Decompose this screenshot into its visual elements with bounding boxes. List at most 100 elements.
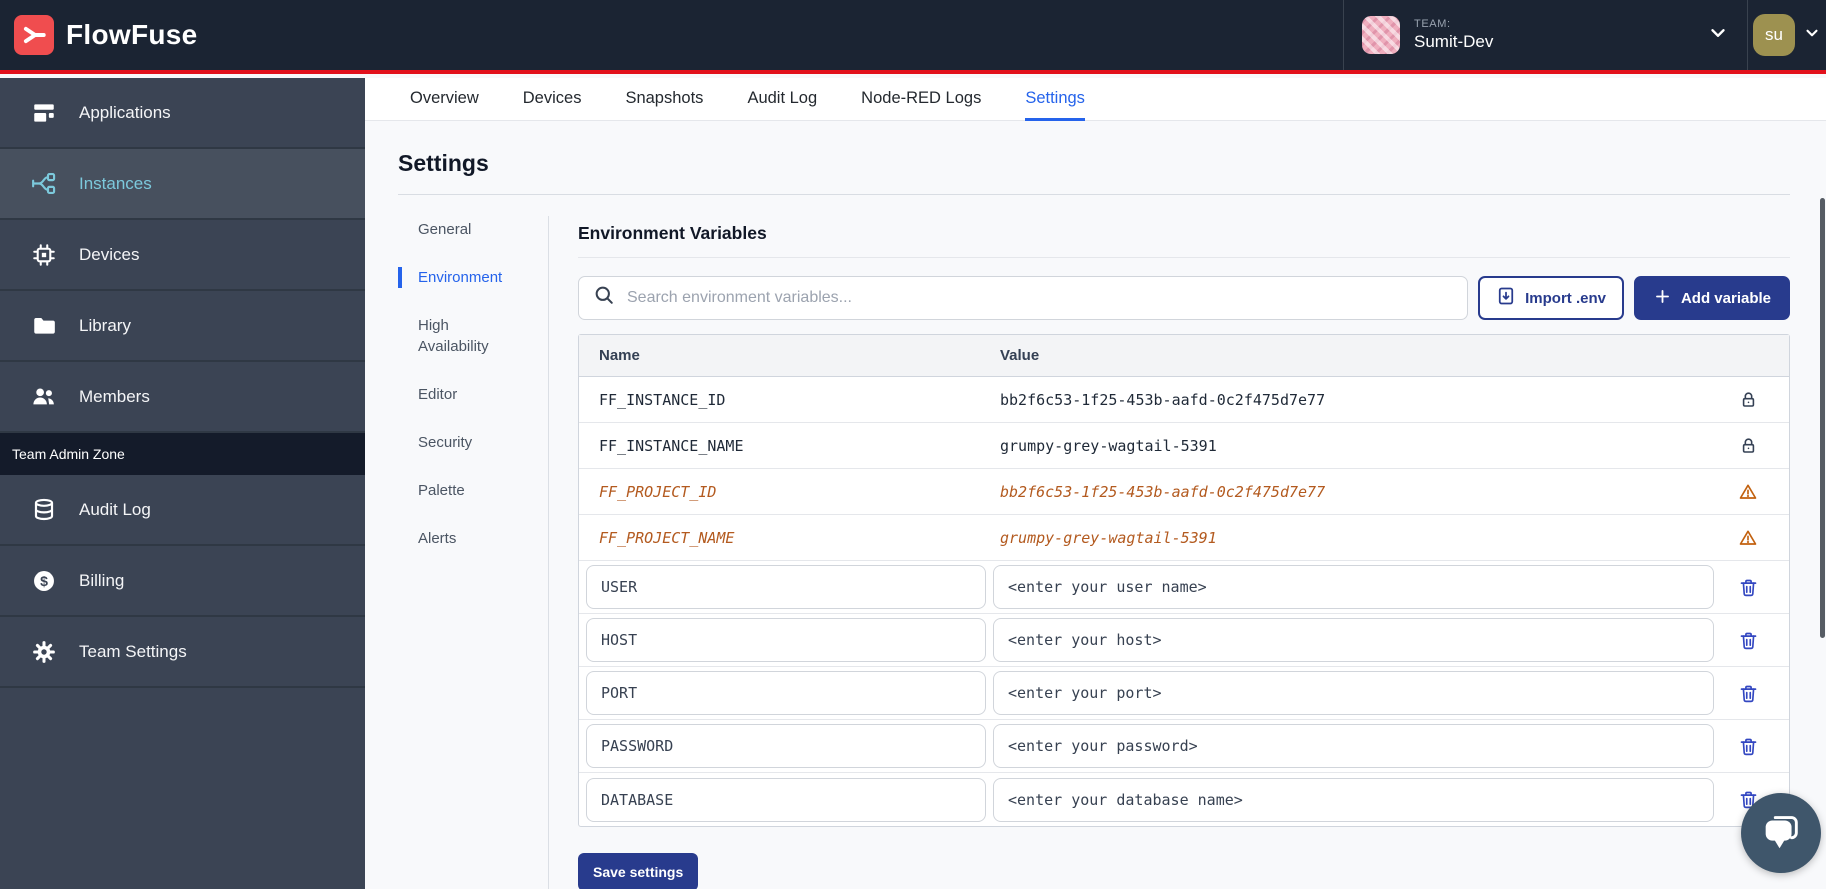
env-row-ff_instance_id: FF_INSTANCE_IDbb2f6c53-1f25-453b-aafd-0c… (579, 377, 1789, 423)
subnav-item-general[interactable]: General (398, 219, 548, 240)
env-row-host (579, 614, 1789, 667)
search-box (578, 276, 1468, 320)
sidebar-item-label: Devices (79, 245, 139, 265)
divider (398, 194, 1790, 195)
page-title: Settings (398, 150, 1790, 177)
plus-icon (1653, 287, 1672, 310)
table-header: Name Value (579, 335, 1789, 377)
chevron-down-icon (1707, 22, 1729, 49)
members-icon (30, 383, 57, 410)
team-selector[interactable]: TEAM: Sumit-Dev (1343, 0, 1747, 70)
trash-icon[interactable] (1714, 683, 1782, 704)
env-name: FF_INSTANCE_NAME (579, 437, 1000, 455)
sidebar-item-team-settings[interactable]: Team Settings (0, 617, 365, 688)
sidebar: Applications Instances Devices Library Membe… (0, 78, 365, 889)
warning-icon (1707, 528, 1789, 548)
env-row-database (579, 773, 1789, 826)
audit-log-icon (30, 496, 57, 523)
sidebar-item-members[interactable]: Members (0, 362, 365, 433)
trash-icon[interactable] (1714, 736, 1782, 757)
team-name: Sumit-Dev (1414, 31, 1493, 52)
env-name: FF_INSTANCE_ID (579, 391, 1000, 409)
sidebar-item-label: Audit Log (79, 500, 151, 520)
sidebar-item-audit-log[interactable]: Audit Log (0, 475, 365, 546)
team-label: TEAM: (1414, 18, 1493, 32)
subnav-item-editor[interactable]: Editor (398, 384, 548, 405)
env-row-password (579, 720, 1789, 773)
brand-name: FlowFuse (66, 19, 198, 51)
app-header: FlowFuse TEAM: Sumit-Dev su (0, 0, 1826, 74)
device-chip-icon (30, 241, 57, 268)
billing-dollar-icon: $ (30, 567, 57, 594)
subnav-item-security[interactable]: Security (398, 432, 548, 453)
section-title: Environment Variables (578, 223, 1790, 244)
applications-icon (30, 99, 57, 126)
env-name-input[interactable] (586, 565, 986, 609)
lock-icon (1707, 390, 1789, 409)
env-value-input[interactable] (993, 565, 1714, 609)
environment-pane: Environment Variables (548, 216, 1790, 889)
user-menu[interactable]: su (1747, 0, 1826, 70)
brand: FlowFuse (0, 15, 198, 55)
sidebar-item-instances[interactable]: Instances (0, 149, 365, 220)
chat-widget-button[interactable] (1741, 793, 1821, 873)
sidebar-item-label: Team Settings (79, 642, 187, 662)
search-icon (593, 284, 616, 312)
tab-overview[interactable]: Overview (410, 78, 479, 121)
env-value: grumpy-grey-wagtail-5391 (1000, 529, 1707, 547)
subnav-item-high-availability[interactable]: High Availability (398, 315, 548, 357)
import-env-button[interactable]: Import .env (1478, 276, 1624, 320)
flowfuse-logo-icon (14, 15, 54, 55)
instance-tabbar: Overview Devices Snapshots Audit Log Node-RE… (365, 78, 1826, 121)
env-name: FF_PROJECT_NAME (579, 529, 1000, 547)
env-name: FF_PROJECT_ID (579, 483, 1000, 501)
sidebar-item-devices[interactable]: Devices (0, 220, 365, 291)
env-row-port (579, 667, 1789, 720)
sidebar-item-library[interactable]: Library (0, 291, 365, 362)
env-value: bb2f6c53-1f25-453b-aafd-0c2f475d7e77 (1000, 483, 1707, 501)
chat-bubble-icon (1758, 808, 1804, 859)
subnav-item-palette[interactable]: Palette (398, 480, 548, 501)
instances-icon (30, 170, 57, 197)
env-row-ff_project_id: FF_PROJECT_IDbb2f6c53-1f25-453b-aafd-0c2… (579, 469, 1789, 515)
env-row-user (579, 561, 1789, 614)
gear-icon (30, 638, 57, 665)
app-window: FlowFuse TEAM: Sumit-Dev su Ap (0, 0, 1826, 889)
sidebar-item-applications[interactable]: Applications (0, 78, 365, 149)
env-name-input[interactable] (586, 671, 986, 715)
chevron-down-icon (1803, 24, 1821, 47)
env-value: bb2f6c53-1f25-453b-aafd-0c2f475d7e77 (1000, 391, 1707, 409)
trash-icon[interactable] (1714, 630, 1782, 651)
env-name-input[interactable] (586, 778, 986, 822)
trash-icon[interactable] (1714, 577, 1782, 598)
tab-snapshots[interactable]: Snapshots (625, 78, 703, 121)
subnav-item-alerts[interactable]: Alerts (398, 528, 548, 549)
sidebar-item-label: Instances (79, 174, 152, 194)
env-name-input[interactable] (586, 724, 986, 768)
tab-node-red-logs[interactable]: Node-RED Logs (861, 78, 981, 121)
search-input[interactable] (627, 289, 1453, 307)
add-variable-button[interactable]: Add variable (1634, 276, 1790, 320)
subnav-item-environment[interactable]: Environment (398, 267, 548, 288)
tab-audit-log[interactable]: Audit Log (747, 78, 817, 121)
tab-devices[interactable]: Devices (523, 78, 582, 121)
user-avatar: su (1753, 14, 1795, 56)
tab-settings[interactable]: Settings (1025, 78, 1085, 121)
env-row-ff_instance_name: FF_INSTANCE_NAMEgrumpy-grey-wagtail-5391 (579, 423, 1789, 469)
library-folder-icon (30, 312, 57, 339)
save-settings-button[interactable]: Save settings (578, 853, 698, 889)
team-avatar (1362, 16, 1400, 54)
env-variables-table: Name Value FF_INSTANCE_IDbb2f6c53-1f25-4… (578, 334, 1790, 827)
env-row-ff_project_name: FF_PROJECT_NAMEgrumpy-grey-wagtail-5391 (579, 515, 1789, 561)
scrollbar-thumb[interactable] (1820, 198, 1825, 638)
sidebar-item-billing[interactable]: $Billing (0, 546, 365, 617)
env-value-input[interactable] (993, 778, 1714, 822)
import-file-icon (1496, 286, 1516, 310)
env-value-input[interactable] (993, 618, 1714, 662)
env-value-input[interactable] (993, 724, 1714, 768)
team-admin-zone-label: Team Admin Zone (0, 433, 365, 475)
env-value-input[interactable] (993, 671, 1714, 715)
main-area: Overview Devices Snapshots Audit Log Node-RE… (365, 78, 1826, 889)
env-name-input[interactable] (586, 618, 986, 662)
sidebar-item-label: Library (79, 316, 131, 336)
